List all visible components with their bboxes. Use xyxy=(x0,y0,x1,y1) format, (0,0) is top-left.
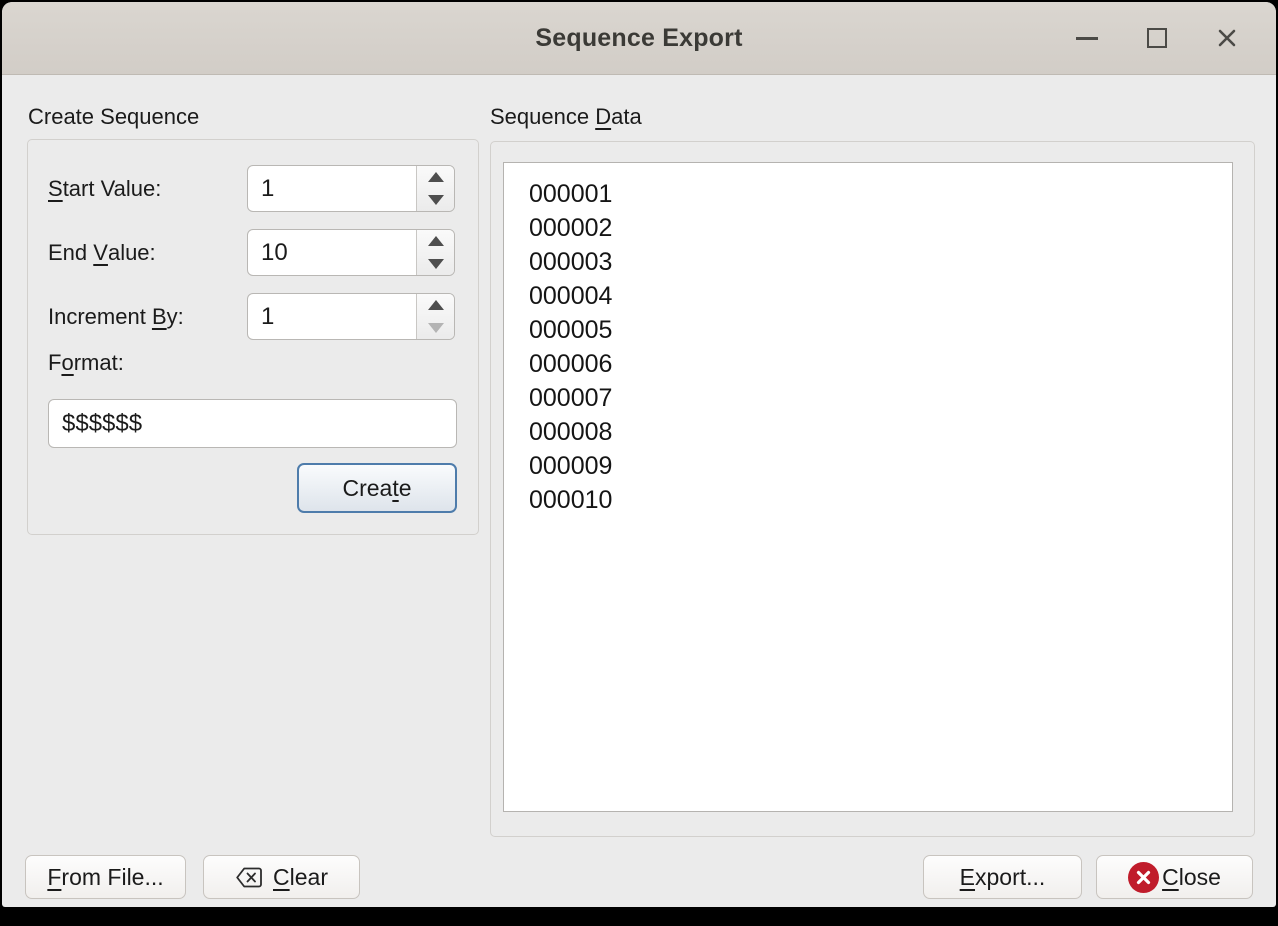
maximize-icon xyxy=(1147,28,1167,48)
start-value-input[interactable]: 1 xyxy=(248,166,416,211)
clear-button[interactable]: Clear xyxy=(203,855,360,899)
increment-by-input[interactable]: 1 xyxy=(248,294,416,339)
start-value-label: Start Value: xyxy=(48,165,161,212)
sequence-line: 000005 xyxy=(529,313,1222,347)
start-value-spin-up[interactable] xyxy=(417,166,454,189)
format-label: Format: xyxy=(48,350,124,376)
start-value-spin-down[interactable] xyxy=(417,189,454,212)
sequence-line: 000003 xyxy=(529,245,1222,279)
increment-by-spin-up[interactable] xyxy=(417,294,454,317)
minimize-icon xyxy=(1076,37,1098,40)
sequence-line: 000007 xyxy=(529,381,1222,415)
close-button[interactable]: Close xyxy=(1096,855,1253,899)
end-value-spin-buttons xyxy=(416,230,454,275)
spin-up-icon xyxy=(428,172,444,182)
sequence-data-group-label: Sequence Data xyxy=(490,104,642,130)
close-icon xyxy=(1217,28,1237,48)
end-value-label: End Value: xyxy=(48,229,156,276)
spin-down-icon xyxy=(428,259,444,269)
end-value-input[interactable]: 10 xyxy=(248,230,416,275)
create-button[interactable]: Create xyxy=(297,463,457,513)
close-red-circle-icon xyxy=(1128,862,1159,893)
from-file-button[interactable]: From File... xyxy=(25,855,186,899)
export-button[interactable]: Export... xyxy=(923,855,1082,899)
window-controls xyxy=(1052,2,1262,74)
sequence-line: 000001 xyxy=(529,177,1222,211)
sequence-export-dialog: Sequence Export Create Sequence Start Va… xyxy=(2,2,1276,907)
close-window-button[interactable] xyxy=(1192,14,1262,62)
maximize-button[interactable] xyxy=(1122,14,1192,62)
format-input[interactable] xyxy=(48,399,457,448)
backspace-icon xyxy=(235,866,263,889)
start-value-spinner[interactable]: 1 xyxy=(247,165,455,212)
sequence-line: 000006 xyxy=(529,347,1222,381)
spin-up-icon xyxy=(428,236,444,246)
spin-down-icon xyxy=(428,323,444,333)
sequence-line: 000009 xyxy=(529,449,1222,483)
create-sequence-group-label: Create Sequence xyxy=(28,104,199,130)
increment-by-spinner[interactable]: 1 xyxy=(247,293,455,340)
end-value-spinner[interactable]: 10 xyxy=(247,229,455,276)
increment-by-spin-down[interactable] xyxy=(417,317,454,340)
sequence-line: 000008 xyxy=(529,415,1222,449)
sequence-line: 000004 xyxy=(529,279,1222,313)
end-value-spin-down[interactable] xyxy=(417,253,454,276)
sequence-line: 000002 xyxy=(529,211,1222,245)
minimize-button[interactable] xyxy=(1052,14,1122,62)
sequence-data-textarea[interactable]: 0000010000020000030000040000050000060000… xyxy=(503,162,1233,812)
start-value-spin-buttons xyxy=(416,166,454,211)
spin-up-icon xyxy=(428,300,444,310)
increment-by-spin-buttons xyxy=(416,294,454,339)
titlebar[interactable]: Sequence Export xyxy=(2,2,1276,75)
spin-down-icon xyxy=(428,195,444,205)
increment-by-label: Increment By: xyxy=(48,293,184,340)
sequence-line: 000010 xyxy=(529,483,1222,517)
end-value-spin-up[interactable] xyxy=(417,230,454,253)
